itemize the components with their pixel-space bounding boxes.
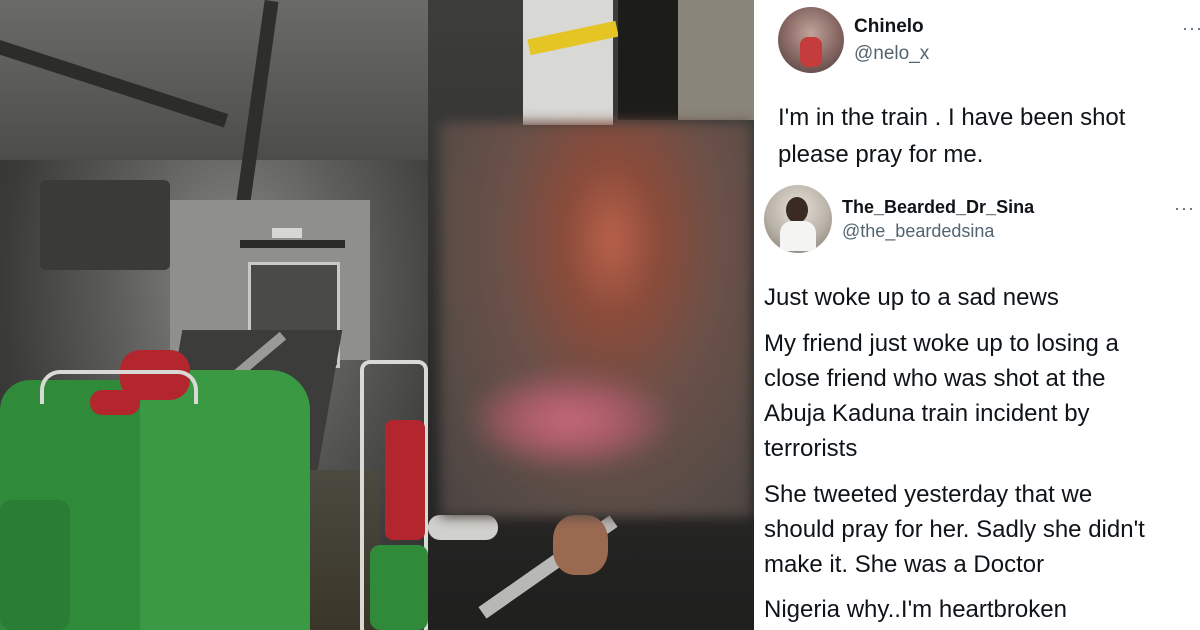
- luggage-rack: [40, 180, 170, 270]
- floor-grating: [678, 0, 754, 120]
- user-handle[interactable]: @the_beardedsina: [842, 221, 994, 242]
- avatar[interactable]: [778, 7, 844, 73]
- hand: [553, 515, 608, 575]
- avatar[interactable]: [764, 185, 832, 253]
- tweet-text-line: Abuja Kaduna train incident by: [764, 400, 1090, 427]
- tweet-text-line: please pray for me.: [778, 141, 984, 168]
- tweet-text-line: She tweeted yesterday that we: [764, 481, 1093, 508]
- seat-green: [140, 370, 310, 630]
- ceiling-panel: [0, 0, 428, 160]
- tweet-text-line: close friend who was shot at the: [764, 365, 1106, 392]
- more-options-icon[interactable]: ···: [1182, 18, 1200, 39]
- display-name[interactable]: Chinelo: [854, 16, 924, 38]
- more-options-icon[interactable]: ···: [1174, 198, 1195, 219]
- sign-plate: [272, 228, 302, 238]
- tweet-text-line: I'm in the train . I have been shot: [778, 104, 1126, 131]
- seat-frame: [40, 370, 198, 404]
- tweet-text-line: terrorists: [764, 435, 858, 462]
- display-name[interactable]: The_Bearded_Dr_Sina: [842, 197, 1034, 218]
- tweet-text-line: should pray for her. Sadly she didn't: [764, 516, 1145, 543]
- train-interior-photo: [0, 0, 428, 630]
- tweet-text-line: Nigeria why..I'm heartbroken: [764, 596, 1067, 623]
- user-handle[interactable]: @nelo_x: [854, 43, 929, 65]
- blurred-content: [470, 370, 670, 470]
- tweet-text-line: My friend just woke up to losing a: [764, 330, 1119, 357]
- seat-green: [370, 545, 428, 630]
- train-exterior: [523, 0, 613, 125]
- shoe: [428, 515, 498, 540]
- tweet-text-line: make it. She was a Doctor: [764, 551, 1045, 578]
- tweet-text-line: Just woke up to a sad news: [764, 284, 1059, 311]
- seat-red: [385, 420, 425, 540]
- shelf: [240, 240, 345, 248]
- tweet-panel: Chinelo @nelo_x ··· I'm in the train . I…: [754, 0, 1200, 630]
- seat-green: [0, 500, 70, 630]
